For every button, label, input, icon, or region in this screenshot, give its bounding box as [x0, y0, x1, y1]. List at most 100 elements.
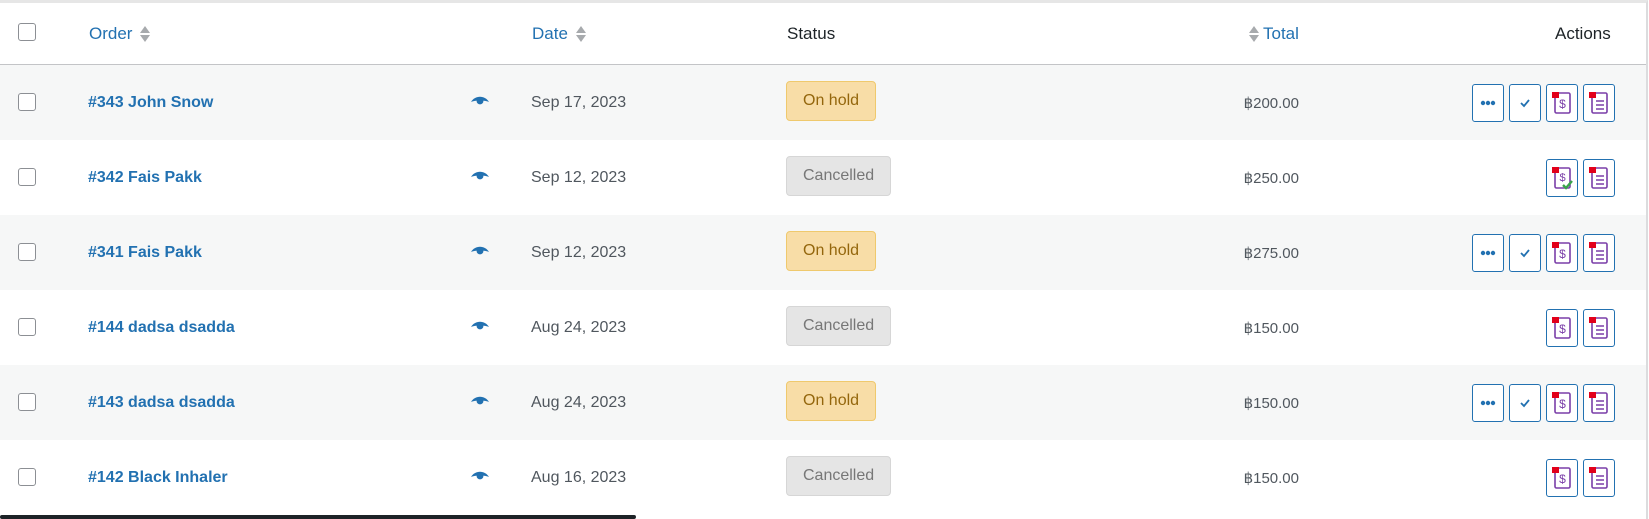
select-all-checkbox[interactable]: [18, 23, 36, 41]
invoice-pdf-button[interactable]: $: [1546, 84, 1578, 122]
eye-icon[interactable]: [470, 394, 490, 410]
status-badge: On hold: [786, 81, 877, 121]
table-row: #341 Fais Pakk Sep 12, 2023 On hold ฿275…: [0, 215, 1646, 290]
row-actions: $: [1472, 384, 1615, 422]
ellipsis-icon: [1480, 100, 1496, 106]
row-checkbox[interactable]: [18, 468, 36, 486]
order-date: Sep 12, 2023: [531, 168, 627, 186]
order-date: Aug 24, 2023: [531, 318, 627, 336]
invoice-pdf-button[interactable]: $: [1546, 159, 1578, 197]
svg-text:$: $: [1559, 97, 1566, 111]
row-actions: $: [1546, 159, 1615, 197]
ellipsis-icon: [1480, 250, 1496, 256]
status-badge: Cancelled: [786, 456, 892, 496]
column-header-total[interactable]: Total: [1249, 3, 1299, 64]
order-date: Aug 24, 2023: [531, 393, 627, 411]
svg-text:$: $: [1559, 472, 1566, 486]
ellipsis-icon: [1480, 400, 1496, 406]
packing-slip-pdf-button[interactable]: [1583, 159, 1615, 197]
checkmark-icon: [1520, 399, 1530, 408]
row-checkbox[interactable]: [18, 318, 36, 336]
packing-slip-pdf-icon: [1589, 317, 1608, 339]
row-checkbox[interactable]: [18, 393, 36, 411]
packing-slip-pdf-icon: [1589, 92, 1608, 114]
order-header-label: Order: [89, 23, 133, 43]
date-header-label: Date: [532, 23, 568, 43]
total-header-label: Total: [1263, 23, 1299, 43]
order-link[interactable]: #144 dadsa dsadda: [88, 290, 235, 365]
eye-icon[interactable]: [470, 244, 490, 260]
packing-slip-pdf-icon: [1589, 167, 1608, 189]
invoice-pdf-button[interactable]: $: [1546, 234, 1578, 272]
table-row: #343 John Snow Sep 17, 2023 On hold ฿200…: [0, 65, 1646, 140]
complete-button[interactable]: [1509, 234, 1541, 272]
table-row: #144 dadsa dsadda Aug 24, 2023 Cancelled…: [0, 290, 1646, 365]
order-date: Sep 12, 2023: [531, 243, 627, 261]
packing-slip-pdf-icon: [1589, 392, 1608, 414]
actions-header-label: Actions: [1555, 23, 1611, 43]
order-total: ฿150.00: [1243, 394, 1299, 412]
packing-slip-pdf-icon: [1589, 467, 1608, 489]
order-total: ฿275.00: [1243, 244, 1299, 262]
row-actions: $: [1546, 459, 1615, 497]
invoice-pdf-icon: $: [1552, 242, 1571, 264]
order-total: ฿250.00: [1243, 169, 1299, 187]
eye-icon[interactable]: [470, 94, 490, 110]
row-checkbox[interactable]: [18, 93, 36, 111]
checkmark-icon: [1520, 99, 1530, 108]
order-link[interactable]: #343 John Snow: [88, 65, 213, 140]
table-header: Order Date Status Total Actions: [0, 3, 1646, 65]
order-link[interactable]: #341 Fais Pakk: [88, 215, 202, 290]
invoice-paid-pdf-icon: $: [1552, 167, 1573, 190]
sort-icon: [1249, 24, 1259, 44]
eye-icon[interactable]: [470, 469, 490, 485]
table-row: #143 dadsa dsadda Aug 24, 2023 On hold ฿…: [0, 365, 1646, 440]
invoice-pdf-icon: $: [1552, 392, 1571, 414]
table-row: #342 Fais Pakk Sep 12, 2023 Cancelled ฿2…: [0, 140, 1646, 215]
packing-slip-pdf-button[interactable]: [1583, 459, 1615, 497]
order-total: ฿200.00: [1243, 94, 1299, 112]
order-link[interactable]: #142 Black Inhaler: [88, 440, 228, 515]
sort-icon: [140, 24, 151, 44]
status-badge: Cancelled: [786, 306, 892, 346]
order-date: Aug 16, 2023: [531, 468, 627, 486]
row-checkbox[interactable]: [18, 168, 36, 186]
complete-button[interactable]: [1509, 84, 1541, 122]
row-actions: $: [1472, 84, 1615, 122]
status-header-label: Status: [787, 23, 836, 43]
packing-slip-pdf-button[interactable]: [1583, 84, 1615, 122]
eye-icon[interactable]: [470, 169, 490, 185]
packing-slip-pdf-button[interactable]: [1583, 384, 1615, 422]
complete-button[interactable]: [1509, 384, 1541, 422]
row-checkbox[interactable]: [18, 243, 36, 261]
order-link[interactable]: #143 dadsa dsadda: [88, 365, 235, 440]
column-header-date[interactable]: Date: [532, 3, 586, 64]
order-total: ฿150.00: [1243, 469, 1299, 487]
column-header-order[interactable]: Order: [89, 3, 151, 64]
more-actions-button[interactable]: [1472, 84, 1504, 122]
packing-slip-pdf-button[interactable]: [1583, 309, 1615, 347]
checkmark-icon: [1520, 249, 1530, 258]
invoice-pdf-button[interactable]: $: [1546, 459, 1578, 497]
invoice-pdf-icon: $: [1552, 317, 1571, 339]
eye-icon[interactable]: [470, 319, 490, 335]
column-header-status: Status: [787, 3, 835, 64]
svg-text:$: $: [1559, 247, 1566, 261]
more-actions-button[interactable]: [1472, 384, 1504, 422]
status-badge: On hold: [786, 381, 877, 421]
column-header-actions: Actions: [1555, 3, 1611, 64]
row-actions: $: [1546, 309, 1615, 347]
invoice-pdf-icon: $: [1552, 92, 1571, 114]
svg-text:$: $: [1559, 397, 1566, 411]
horizontal-scrollbar[interactable]: [0, 515, 636, 519]
invoice-pdf-button[interactable]: $: [1546, 309, 1578, 347]
status-badge: On hold: [786, 231, 877, 271]
packing-slip-pdf-button[interactable]: [1583, 234, 1615, 272]
more-actions-button[interactable]: [1472, 234, 1504, 272]
invoice-pdf-button[interactable]: $: [1546, 384, 1578, 422]
order-link[interactable]: #342 Fais Pakk: [88, 140, 202, 215]
order-date: Sep 17, 2023: [531, 93, 627, 111]
row-actions: $: [1472, 234, 1615, 272]
table-row: #142 Black Inhaler Aug 16, 2023 Cancelle…: [0, 440, 1646, 515]
order-total: ฿150.00: [1243, 319, 1299, 337]
